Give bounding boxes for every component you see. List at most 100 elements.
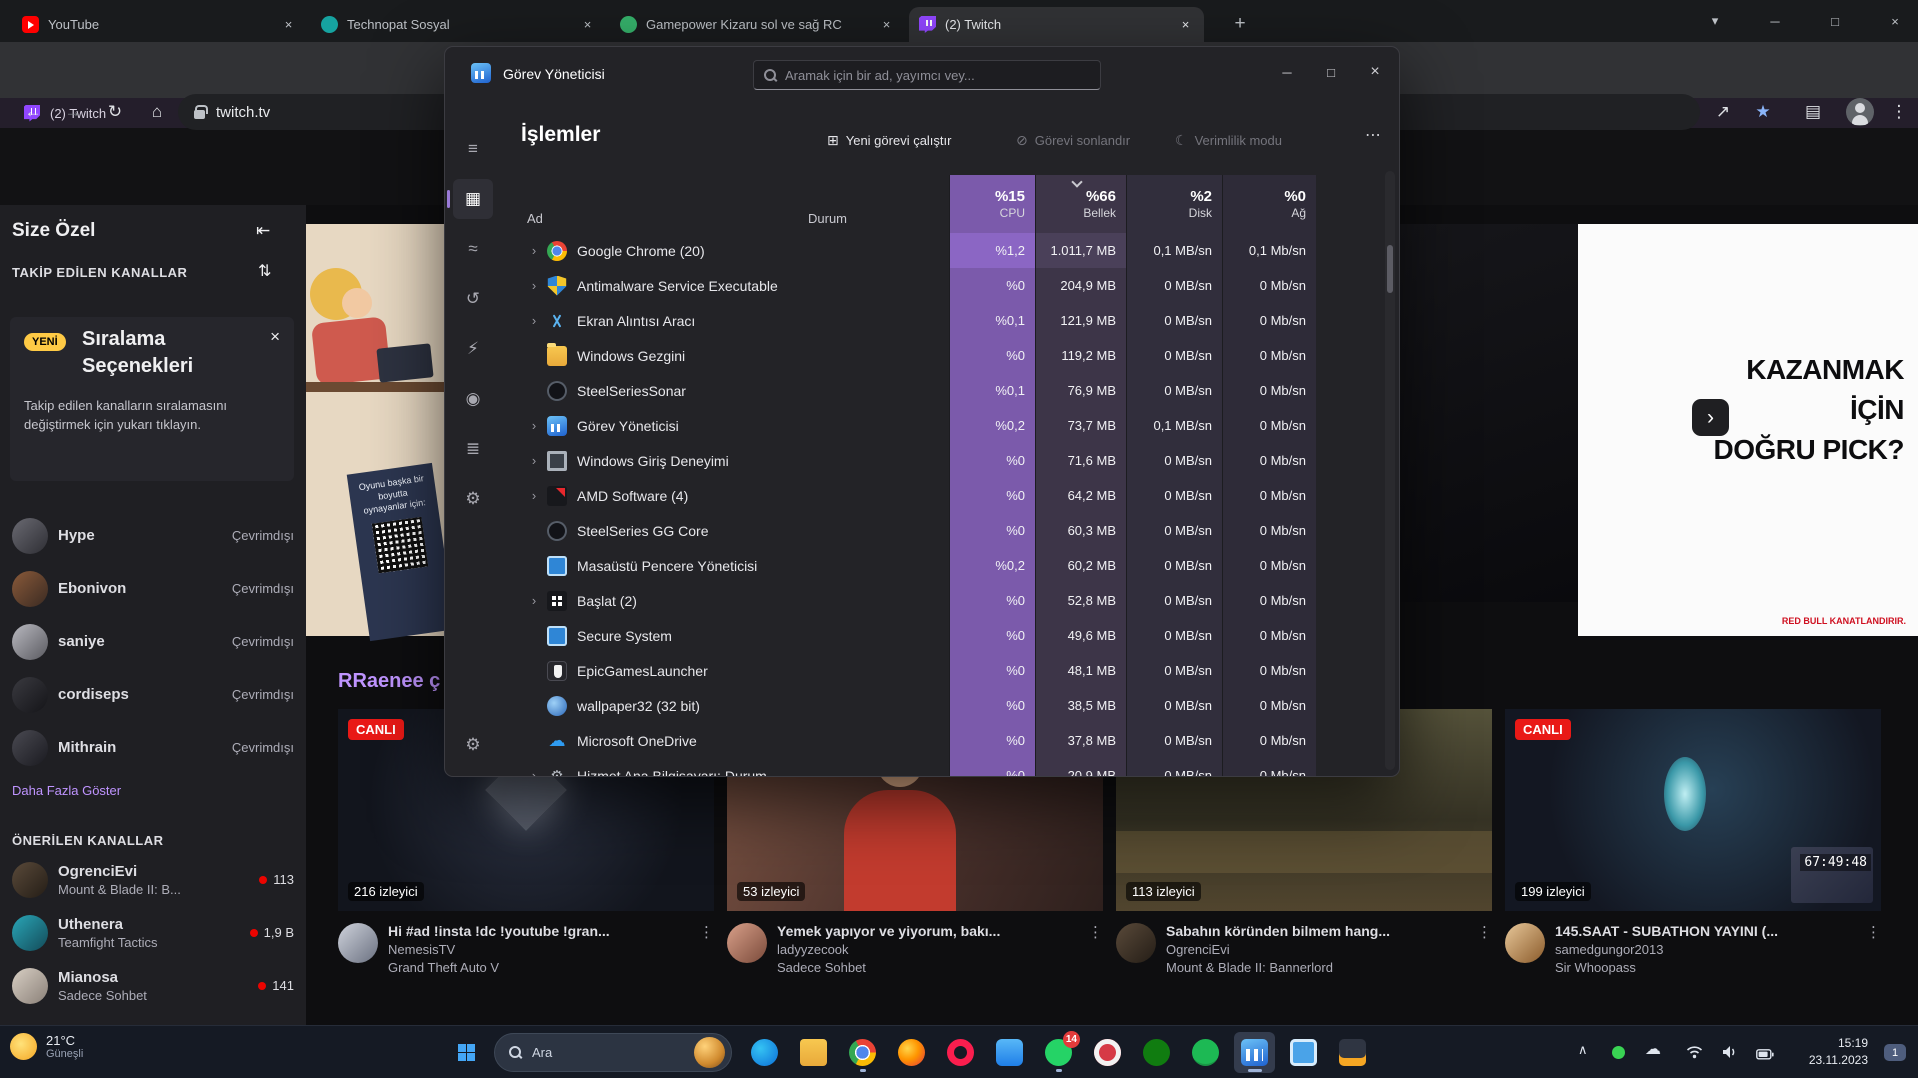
expand-chevron-icon[interactable]: › [527,768,541,776]
tab-gamepower[interactable]: Gamepower Kizaru sol ve sağ RC × [610,7,905,42]
rail-item[interactable]: ⚙ [453,479,493,519]
window-close-button[interactable]: × [1875,0,1915,42]
maximize-button[interactable]: □ [1309,49,1353,95]
streamer-avatar[interactable] [338,923,378,963]
taskbar-app[interactable] [1087,1032,1128,1073]
tray-app-icon[interactable] [1612,1046,1625,1059]
stream-category[interactable]: Mount & Blade II: Bannerlord [1166,960,1467,975]
streamer-avatar[interactable] [727,923,767,963]
recommended-channel-row[interactable]: Mianosa Sadece Sohbet 141 [0,959,306,1012]
tab-close-icon[interactable]: × [1177,16,1194,33]
stream-category[interactable]: Sir Whoopass [1555,960,1856,975]
forward-icon[interactable]: → [56,95,90,129]
task-manager-search[interactable] [753,60,1101,90]
reload-icon[interactable]: ↻ [98,95,132,129]
expand-chevron-icon[interactable]: › [527,278,541,293]
share-icon[interactable]: ↗ [1706,95,1740,129]
process-row[interactable]: › Başlat (2) %0 52,8 MB 0 MB/sn 0 Mb/sn [501,583,1316,618]
stream-category[interactable]: Sadece Sohbet [777,960,1078,975]
stream-category[interactable]: Grand Theft Auto V [388,960,689,975]
card-menu-icon[interactable]: ⋮ [1088,923,1103,975]
taskbar-clock[interactable]: 15:19 23.11.2023 [1809,1035,1868,1069]
streamer-avatar[interactable] [1116,923,1156,963]
side-panel-icon[interactable]: ▤ [1796,95,1830,129]
stream-card[interactable]: CANLI 199 izleyici 67:49:48 145.SAAT - S… [1505,709,1881,975]
close-icon[interactable]: × [270,327,280,347]
taskbar-app[interactable] [744,1032,785,1073]
window-maximize-button[interactable]: □ [1815,0,1855,42]
expand-chevron-icon[interactable]: › [527,453,541,468]
section-heading[interactable]: RRaenee ç [338,670,440,693]
sort-icon[interactable]: ⇅ [258,261,271,281]
end-task-button[interactable]: ⊘ Görevi sonlandır [1016,127,1130,153]
column-header-disk[interactable]: %2 Disk [1126,175,1222,233]
bookmark-star-icon[interactable]: ★ [1746,95,1780,129]
start-button[interactable] [448,1034,484,1070]
browser-menu-icon[interactable]: ⋮ [1882,95,1916,129]
process-row[interactable]: › Görev Yöneticisi %0,2 73,7 MB 0,1 MB/s… [501,408,1316,443]
rail-item[interactable]: ▦ [447,179,493,219]
process-row[interactable]: › Secure System %0 49,6 MB 0 MB/sn 0 Mb/… [501,618,1316,653]
expand-chevron-icon[interactable]: › [527,488,541,503]
more-options-icon[interactable]: ⋯ [1365,125,1381,145]
channel-row[interactable]: Ebonivon Çevrimdışı [0,562,306,615]
window-minimize-button[interactable]: ─ [1755,0,1795,42]
run-new-task-button[interactable]: ⊞ Yeni görevi çalıştır [827,127,951,153]
card-menu-icon[interactable]: ⋮ [1477,923,1492,975]
tab-twitch-active[interactable]: (2) Twitch × [909,7,1204,42]
show-more-link[interactable]: Daha Fazla Göster [12,783,121,798]
rail-item[interactable]: ≣ [453,429,493,469]
rail-item[interactable]: ≈ [453,229,493,269]
process-row[interactable]: › wallpaper32 (32 bit) %0 38,5 MB 0 MB/s… [501,688,1316,723]
channel-row[interactable]: saniye Çevrimdışı [0,615,306,668]
rail-item[interactable]: ≡ [453,129,493,169]
battery-icon[interactable] [1756,1047,1774,1065]
taskbar-app[interactable] [1332,1032,1373,1073]
stream-thumbnail[interactable]: CANLI 199 izleyici 67:49:48 [1505,709,1881,911]
streamer-name[interactable]: OgrenciEvi [1166,942,1467,957]
card-menu-icon[interactable]: ⋮ [699,923,714,975]
stream-title[interactable]: Sabahın köründen bilmem hang... [1166,923,1456,939]
minimize-button[interactable]: ─ [1265,49,1309,95]
hidden-icons-chevron[interactable]: ∧ [1578,1042,1588,1058]
process-row[interactable]: › AMD Software (4) %0 64,2 MB 0 MB/sn 0 … [501,478,1316,513]
expand-chevron-icon[interactable]: › [527,243,541,258]
tab-close-icon[interactable]: × [280,16,297,33]
browser-profile-avatar[interactable] [1846,98,1874,126]
recommended-channel-row[interactable]: OgrenciEvi Mount & Blade II: B... 113 [0,853,306,906]
rail-item[interactable]: ◉ [453,379,493,419]
streamer-name[interactable]: samedgungor2013 [1555,942,1856,957]
rail-item[interactable]: ⚡ [453,329,493,369]
collapse-sidebar-icon[interactable]: ⇤ [256,221,270,241]
wifi-icon[interactable] [1686,1045,1703,1064]
channel-row[interactable]: cordiseps Çevrimdışı [0,668,306,721]
taskbar-app[interactable] [989,1032,1030,1073]
card-menu-icon[interactable]: ⋮ [1866,923,1881,975]
process-row[interactable]: › Windows Gezgini %0 119,2 MB 0 MB/sn 0 … [501,338,1316,373]
taskbar-app[interactable] [1136,1032,1177,1073]
taskbar-app[interactable] [793,1032,834,1073]
recommended-channel-row[interactable]: Uthenera Teamfight Tactics 1,9 B [0,906,306,959]
efficiency-mode-button[interactable]: ☾ Verimlilik modu [1175,127,1282,153]
taskbar-app[interactable] [1283,1032,1324,1073]
tab-technopat[interactable]: Technopat Sosyal × [311,7,606,42]
process-row[interactable]: › Microsoft OneDrive %0 37,8 MB 0 MB/sn … [501,723,1316,758]
close-button[interactable]: × [1353,49,1397,95]
back-icon[interactable]: ← [16,95,50,129]
taskbar-app[interactable] [1185,1032,1226,1073]
process-row[interactable]: › Ekran Alıntısı Aracı %0,1 121,9 MB 0 M… [501,303,1316,338]
column-header-cpu[interactable]: %15 CPU [949,175,1035,233]
process-row[interactable]: › Masaüstü Pencere Yöneticisi %0,2 60,2 … [501,548,1316,583]
column-header-name[interactable]: Ad [527,211,543,226]
volume-icon[interactable] [1722,1045,1738,1064]
tab-youtube[interactable]: YouTube × [12,7,307,42]
taskbar-app[interactable]: 14 [1038,1031,1080,1073]
process-row[interactable]: › Antimalware Service Executable %0 204,… [501,268,1316,303]
redbull-ad-panel[interactable]: › KAZANMAK İÇİN DOĞRU PICK? RED BULL KAN… [1578,224,1918,636]
taskbar-app[interactable] [842,1032,883,1073]
taskbar-app[interactable] [1234,1032,1275,1073]
stream-title[interactable]: 145.SAAT - SUBATHON YAYINI (... [1555,923,1845,939]
process-row[interactable]: › Google Chrome (20) %1,2 1.011,7 MB 0,1… [501,233,1316,268]
new-tab-button[interactable]: + [1226,10,1254,38]
taskbar-app[interactable] [940,1032,981,1073]
